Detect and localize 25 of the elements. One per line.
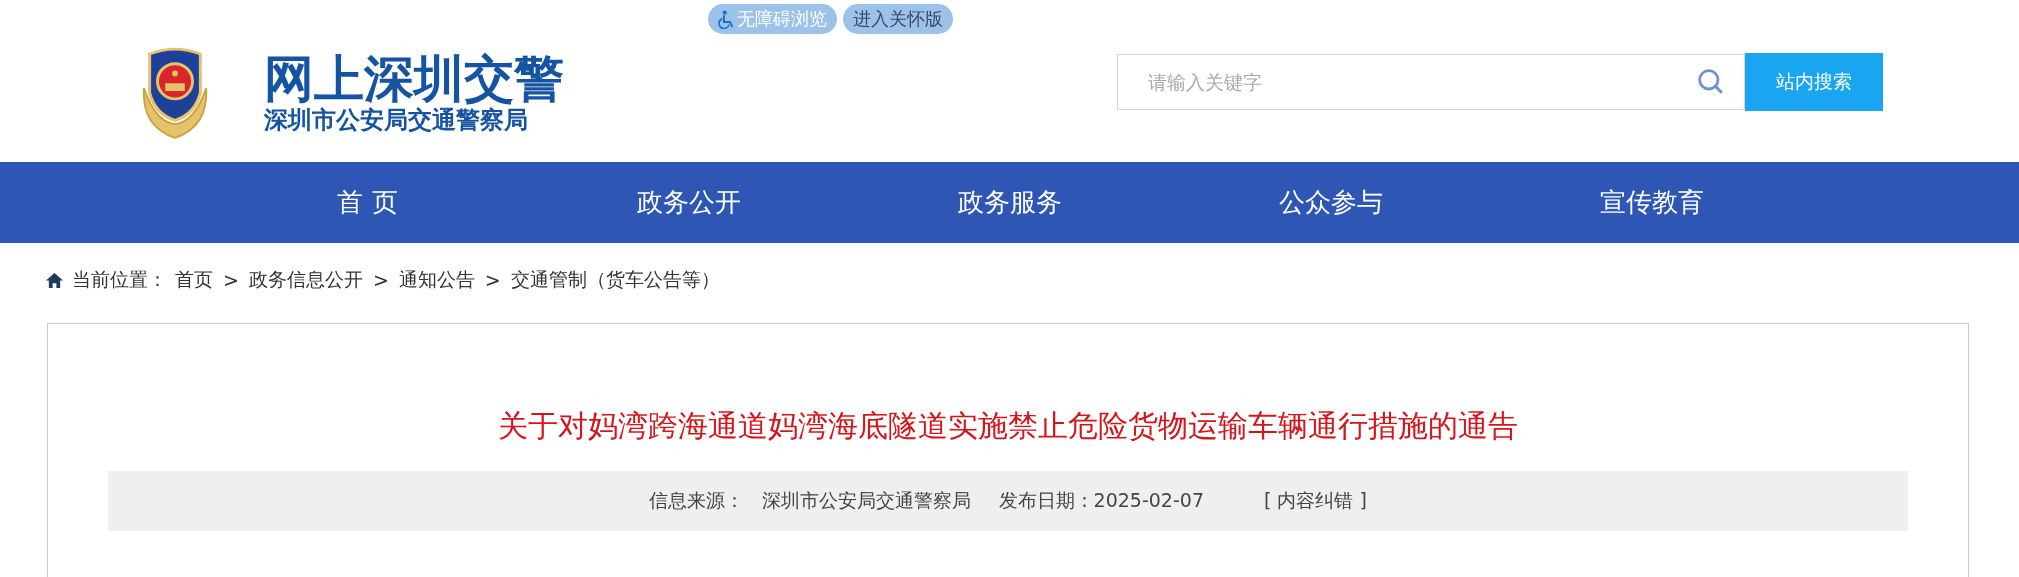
breadcrumb-link[interactable]: 通知公告 [398,267,475,293]
breadcrumb-link[interactable]: 交通管制（货车公告等） [510,267,720,293]
search-icon[interactable] [1697,67,1725,96]
nav-item[interactable]: 宣传教育 [1491,162,1812,243]
site-subtitle: 深圳市公安局交通警察局 [264,106,529,134]
source-text: 深圳市公安局交通警察局 [762,488,972,513]
home-icon[interactable] [45,271,64,289]
nav-item[interactable]: 首 页 [207,162,528,243]
nav-item[interactable]: 政务公开 [528,162,849,243]
search-field[interactable]: 请输入关键字 [1117,53,1745,110]
breadcrumb-label: 当前位置： [72,267,167,292]
breadcrumb-separator: > [223,269,239,291]
source-label: 信息来源： [649,488,745,513]
breadcrumb-separator: > [372,269,389,291]
nav-item[interactable]: 政务服务 [849,162,1170,243]
breadcrumb-link[interactable]: 首页 [175,267,213,293]
report-link[interactable]: [ 内容纠错 ] [1264,488,1367,514]
publish-date: 发布日期 : 2025-02-07 [999,488,1204,513]
nav-item[interactable]: 公众参与 [1170,162,1491,243]
wheelchair-icon [718,9,735,29]
breadcrumb-separator: > [484,269,501,291]
site-title: 网上深圳交警 [264,52,564,106]
top-link[interactable]: 进入关怀版 [843,4,953,34]
article-title: 关于对妈湾跨海通道妈湾海底隧道实施禁止危险货物运输车辆通行措施的通告 [497,407,1519,445]
breadcrumb-link[interactable]: 政务信息公开 [248,267,363,293]
